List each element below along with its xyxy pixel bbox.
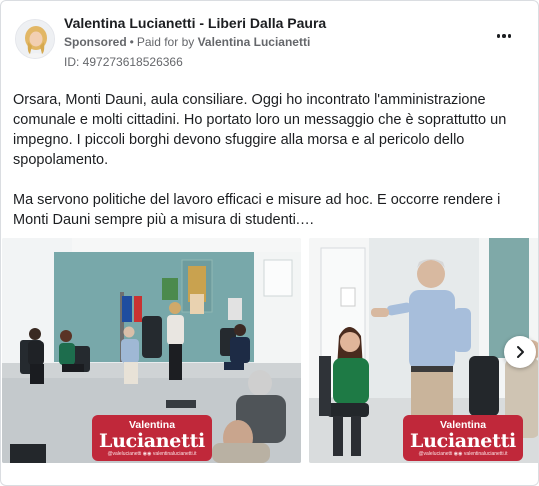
badge-last-name: Lucianetti [99,430,205,452]
sponsored-label: Sponsored [64,35,127,49]
paid-for-label: Paid for by [136,35,195,49]
post-body: Orsara, Monti Dauni, aula consiliare. Og… [13,90,528,230]
carousel-slide[interactable]: Valentina Lucianetti @valelucianetti ◉◉ … [2,238,301,463]
chevron-right-icon [517,346,524,358]
more-horizontal-icon [496,34,501,38]
separator-dot: • [129,35,134,49]
avatar-image [16,20,54,58]
more-options-button[interactable] [492,27,516,45]
paid-for-name[interactable]: Valentina Lucianetti [198,35,311,49]
image-carousel[interactable]: Valentina Lucianetti @valelucianetti ◉◉ … [1,238,538,466]
more-horizontal-icon [502,34,506,38]
post-paragraph: Ma servono politiche del lavoro efficaci… [13,192,501,228]
sponsored-line: Sponsored • Paid for by Valentina Lucianet… [64,35,310,49]
badge-handles: @valelucianetti ◉◉ valentinalucianetti.i… [107,451,197,457]
post-header: Valentina Lucianetti - Liberi Dalla Paur… [13,13,526,71]
name-badge: Valentina Lucianetti @valelucianetti ◉◉ … [92,415,212,461]
badge-handles: @valelucianetti ◉◉ valentinalucianetti.i… [418,451,508,457]
more-horizontal-icon [507,34,512,38]
avatar[interactable] [15,19,55,59]
ad-card: Valentina Lucianetti - Liberi Dalla Paur… [0,0,539,486]
page-name[interactable]: Valentina Lucianetti - Liberi Dalla Paur… [64,15,326,31]
name-badge: Valentina Lucianetti @valelucianetti ◉◉ … [403,415,523,461]
post-paragraph: Orsara, Monti Dauni, aula consiliare. Og… [13,92,507,168]
carousel-next-button[interactable] [504,336,536,368]
ad-id: ID: 497273618526366 [64,55,183,69]
badge-last-name: Lucianetti [410,430,516,452]
